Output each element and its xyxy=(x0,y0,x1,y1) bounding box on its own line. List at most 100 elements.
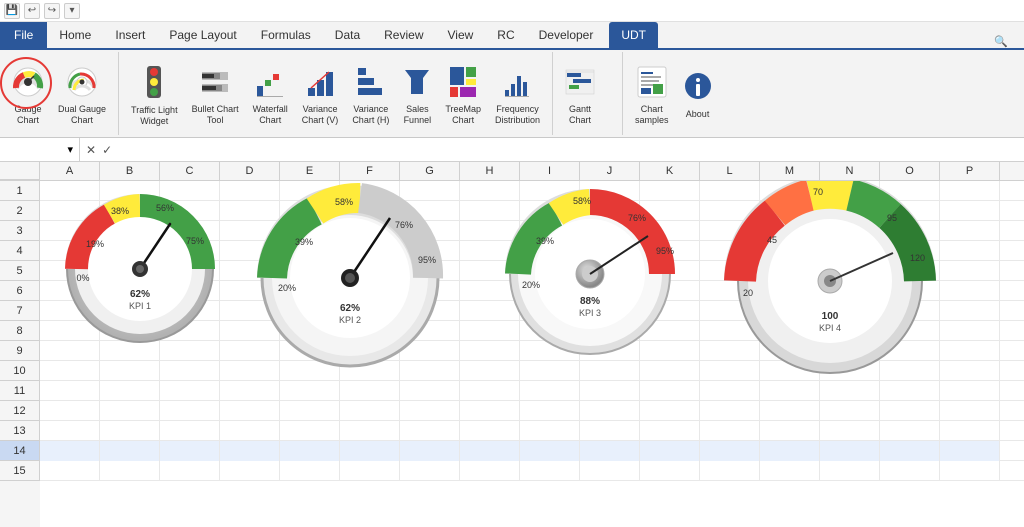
row-7[interactable]: 7 xyxy=(0,301,40,321)
cell-F1[interactable] xyxy=(340,181,400,201)
tab-file[interactable]: File xyxy=(0,22,47,48)
tab-formulas[interactable]: Formulas xyxy=(249,22,323,48)
variance-v-button[interactable]: VarianceChart (V) xyxy=(296,63,345,129)
bullet-chart-button[interactable]: Bullet ChartTool xyxy=(186,63,245,129)
cell-E2[interactable] xyxy=(280,201,340,221)
cell-J9[interactable] xyxy=(580,341,640,361)
cell-D15[interactable] xyxy=(220,461,280,481)
row-14[interactable]: 14 xyxy=(0,441,40,461)
cell-E8[interactable] xyxy=(280,321,340,341)
col-header-e[interactable]: E xyxy=(280,162,340,180)
cell-O10[interactable] xyxy=(880,361,940,381)
row-1[interactable]: 1 xyxy=(0,181,40,201)
cell-M10[interactable] xyxy=(760,361,820,381)
cell-D13[interactable] xyxy=(220,421,280,441)
cell-A9[interactable] xyxy=(40,341,100,361)
cell-N12[interactable] xyxy=(820,401,880,421)
gauge-chart-button[interactable]: GaugeChart xyxy=(6,63,50,129)
cell-M5[interactable] xyxy=(760,261,820,281)
cell-B12[interactable] xyxy=(100,401,160,421)
cell-F11[interactable] xyxy=(340,381,400,401)
cell-F9[interactable] xyxy=(340,341,400,361)
cell-L15[interactable] xyxy=(700,461,760,481)
cell-A6[interactable] xyxy=(40,281,100,301)
cell-K1[interactable] xyxy=(640,181,700,201)
cell-O6[interactable] xyxy=(880,281,940,301)
cell-G13[interactable] xyxy=(400,421,460,441)
cell-G5[interactable] xyxy=(400,261,460,281)
cell-E15[interactable] xyxy=(280,461,340,481)
about-button[interactable]: About xyxy=(677,68,719,123)
tab-developer[interactable]: Developer xyxy=(527,22,606,48)
cell-N6[interactable] xyxy=(820,281,880,301)
cell-O12[interactable] xyxy=(880,401,940,421)
cell-B7[interactable] xyxy=(100,301,160,321)
cell-F15[interactable] xyxy=(340,461,400,481)
cell-G10[interactable] xyxy=(400,361,460,381)
cell-E13[interactable] xyxy=(280,421,340,441)
cell-F14[interactable] xyxy=(340,441,400,461)
cell-P1[interactable] xyxy=(940,181,1000,201)
cell-C13[interactable] xyxy=(160,421,220,441)
cell-N8[interactable] xyxy=(820,321,880,341)
row-4[interactable]: 4 xyxy=(0,241,40,261)
cell-F7[interactable] xyxy=(340,301,400,321)
cell-I13[interactable] xyxy=(520,421,580,441)
cell-P12[interactable] xyxy=(940,401,1000,421)
cell-J15[interactable] xyxy=(580,461,640,481)
cell-B1[interactable] xyxy=(100,181,160,201)
cell-M11[interactable] xyxy=(760,381,820,401)
cell-I9[interactable] xyxy=(520,341,580,361)
cell-A1[interactable] xyxy=(40,181,100,201)
cell-M6[interactable] xyxy=(760,281,820,301)
row-12[interactable]: 12 xyxy=(0,401,40,421)
cell-K10[interactable] xyxy=(640,361,700,381)
col-header-m[interactable]: M xyxy=(760,162,820,180)
cell-B4[interactable] xyxy=(100,241,160,261)
dual-gauge-button[interactable]: Dual GaugeChart xyxy=(52,63,112,129)
col-header-c[interactable]: C xyxy=(160,162,220,180)
cell-B5[interactable] xyxy=(100,261,160,281)
cell-K7[interactable] xyxy=(640,301,700,321)
cell-B8[interactable] xyxy=(100,321,160,341)
cell-I7[interactable] xyxy=(520,301,580,321)
cell-E12[interactable] xyxy=(280,401,340,421)
row-8[interactable]: 8 xyxy=(0,321,40,341)
cell-M15[interactable] xyxy=(760,461,820,481)
cell-L14[interactable] xyxy=(700,441,760,461)
cell-D1[interactable] xyxy=(220,181,280,201)
cell-L6[interactable] xyxy=(700,281,760,301)
cell-O5[interactable] xyxy=(880,261,940,281)
cell-L11[interactable] xyxy=(700,381,760,401)
name-box[interactable]: ▾ xyxy=(0,138,80,161)
cell-L2[interactable] xyxy=(700,201,760,221)
col-header-k[interactable]: K xyxy=(640,162,700,180)
cell-C11[interactable] xyxy=(160,381,220,401)
traffic-light-button[interactable]: Traffic LightWidget xyxy=(125,62,184,130)
cell-P6[interactable] xyxy=(940,281,1000,301)
cell-J7[interactable] xyxy=(580,301,640,321)
cell-I15[interactable] xyxy=(520,461,580,481)
tab-page-layout[interactable]: Page Layout xyxy=(157,22,248,48)
cell-G14[interactable] xyxy=(400,441,460,461)
sales-funnel-button[interactable]: SalesFunnel xyxy=(397,63,437,129)
cell-N14[interactable] xyxy=(820,441,880,461)
cell-K15[interactable] xyxy=(640,461,700,481)
cell-I10[interactable] xyxy=(520,361,580,381)
cell-N4[interactable] xyxy=(820,241,880,261)
tab-home[interactable]: Home xyxy=(47,22,103,48)
cell-F12[interactable] xyxy=(340,401,400,421)
cell-A5[interactable] xyxy=(40,261,100,281)
cell-E1[interactable] xyxy=(280,181,340,201)
cell-P14[interactable] xyxy=(940,441,1000,461)
cell-H1[interactable] xyxy=(460,181,520,201)
row-10[interactable]: 10 xyxy=(0,361,40,381)
cell-O14[interactable] xyxy=(880,441,940,461)
col-header-f[interactable]: F xyxy=(340,162,400,180)
cell-N3[interactable] xyxy=(820,221,880,241)
cell-A15[interactable] xyxy=(40,461,100,481)
cell-J8[interactable] xyxy=(580,321,640,341)
row-6[interactable]: 6 xyxy=(0,281,40,301)
cell-C2[interactable] xyxy=(160,201,220,221)
cell-K11[interactable] xyxy=(640,381,700,401)
